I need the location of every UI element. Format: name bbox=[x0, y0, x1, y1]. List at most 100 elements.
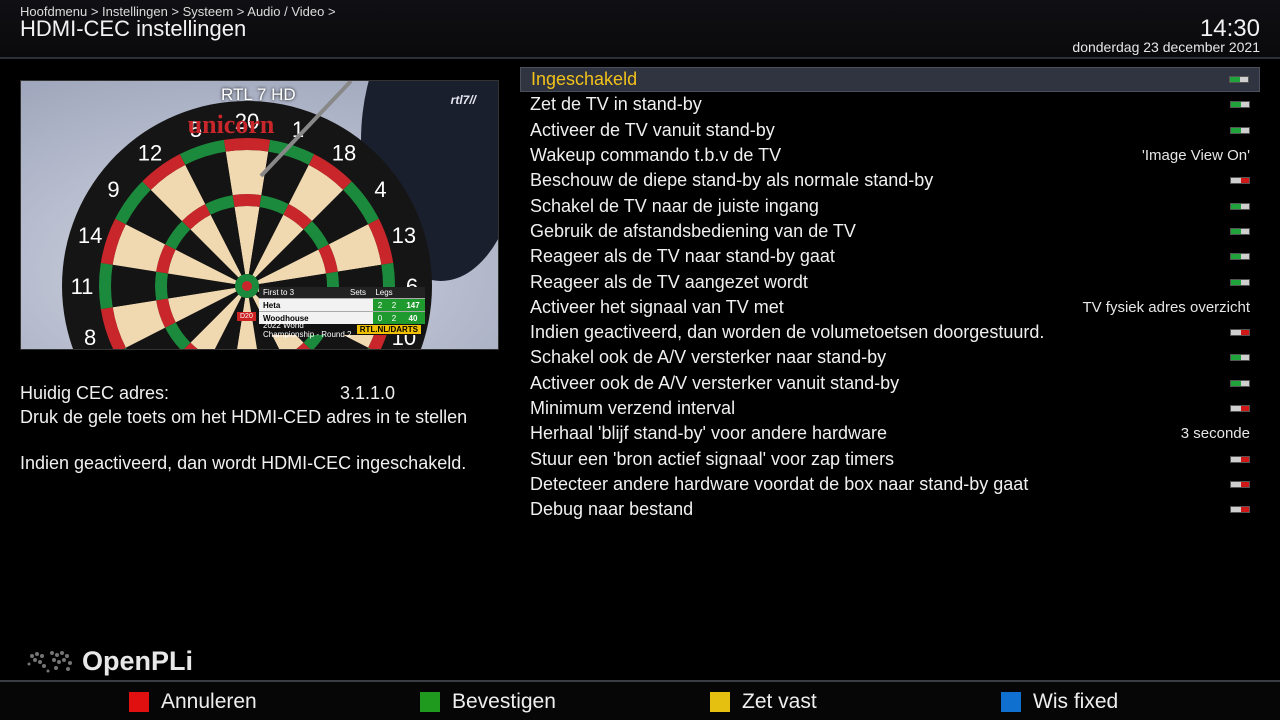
toggle-on-icon[interactable] bbox=[1230, 202, 1250, 210]
player-sets: 0 bbox=[373, 312, 387, 324]
info-panel: Huidig CEC adres: 3.1.1.0 Druk de gele t… bbox=[20, 381, 490, 475]
toggle-on-icon[interactable] bbox=[1230, 101, 1250, 109]
toggle-off-icon[interactable] bbox=[1230, 405, 1250, 412]
svg-text:13: 13 bbox=[392, 223, 416, 248]
settings-row-label: Zet de TV in stand-by bbox=[530, 94, 702, 115]
toggle-on-icon[interactable] bbox=[1230, 126, 1250, 134]
cec-address-value: 3.1.1.0 bbox=[340, 383, 396, 403]
settings-row-label: Stuur een 'bron actief signaal' voor zap… bbox=[530, 448, 895, 469]
toggle-on-icon[interactable] bbox=[1230, 227, 1250, 235]
settings-row-label: Wakeup commando t.b.v de TV bbox=[530, 145, 782, 166]
yellow-key-hint: Druk de gele toets om het HDMI-CED adres… bbox=[20, 407, 468, 427]
toggle-off-icon[interactable] bbox=[1230, 177, 1250, 185]
svg-text:4: 4 bbox=[374, 177, 386, 202]
scoreboard-legs-header: Legs bbox=[375, 288, 393, 297]
scoreboard-header: First to 3 Sets Legs bbox=[259, 287, 425, 298]
world-map-icon bbox=[27, 651, 72, 673]
svg-text:14: 14 bbox=[78, 223, 102, 248]
scoreboard-logo: RTL.NL/DARTS bbox=[356, 325, 421, 334]
svg-text:11: 11 bbox=[71, 274, 94, 299]
green-key-icon bbox=[420, 692, 440, 712]
red-key-icon bbox=[129, 692, 149, 712]
settings-row-value[interactable]: 'Image View On' bbox=[1142, 147, 1250, 164]
toggle-off-icon[interactable] bbox=[1230, 455, 1250, 463]
scoreboard-footer: 2022 World Championship - Round 2 RTL.NL… bbox=[259, 321, 425, 339]
channel-name: RTL 7 HD bbox=[221, 85, 296, 104]
settings-row[interactable]: Herhaal 'blijf stand-by' voor andere har… bbox=[520, 421, 1260, 446]
player-legs: 2 bbox=[387, 299, 401, 311]
logo-text: OpenPLi bbox=[82, 645, 194, 676]
scoreboard-title: First to 3 bbox=[263, 288, 295, 297]
settings-row-label: Debug naar bestand bbox=[530, 499, 694, 520]
toggle-on-icon[interactable] bbox=[1229, 76, 1249, 84]
settings-row-label: Reageer als de TV aangezet wordt bbox=[530, 271, 808, 292]
blue-key-icon bbox=[1001, 692, 1021, 712]
settings-row-label: Activeer ook de A/V versterker vanuit st… bbox=[530, 372, 900, 393]
settings-row[interactable]: Stuur een 'bron actief signaal' voor zap… bbox=[520, 446, 1260, 471]
settings-row[interactable]: Activeer ook de A/V versterker vanuit st… bbox=[520, 371, 1260, 396]
settings-row[interactable]: Activeer de TV vanuit stand-by bbox=[520, 118, 1260, 143]
settings-list[interactable]: Ingeschakeld Zet de TV in stand-by Activee… bbox=[520, 67, 1260, 522]
svg-text:9: 9 bbox=[107, 177, 119, 202]
toggle-off-icon[interactable] bbox=[1230, 329, 1250, 337]
fix-button[interactable]: Zet vast bbox=[710, 690, 817, 714]
header-bar: Hoofdmenu > Instellingen > Systeem > Aud… bbox=[0, 0, 1280, 59]
settings-row[interactable]: Activeer het signaal van TV met TV fysiek… bbox=[520, 295, 1260, 320]
settings-row-label: Herhaal 'blijf stand-by' voor andere har… bbox=[530, 423, 888, 444]
settings-row-label: Beschouw de diepe stand-by als normale s… bbox=[530, 170, 934, 191]
settings-row[interactable]: Reageer als de TV naar stand-by gaat bbox=[520, 244, 1260, 269]
settings-row[interactable]: Gebruik de afstandsbediening van de TV bbox=[520, 219, 1260, 244]
settings-row-label: Detecteer andere hardware voordat de box… bbox=[530, 473, 1029, 494]
yellow-key-icon bbox=[710, 692, 730, 712]
settings-row-label: Ingeschakeld bbox=[531, 69, 638, 90]
settings-row-value[interactable]: 3 seconde bbox=[1181, 425, 1250, 442]
settings-row[interactable]: Detecteer andere hardware voordat de box… bbox=[520, 472, 1260, 497]
player-name: Heta bbox=[263, 300, 281, 310]
setting-description: Indien geactiveerd, dan wordt HDMI-CEC i… bbox=[20, 453, 467, 473]
clear-fixed-button[interactable]: Wis fixed bbox=[1001, 690, 1118, 714]
settings-row[interactable]: Indien geactiveerd, dan worden de volume… bbox=[520, 320, 1260, 345]
settings-row[interactable]: Schakel de TV naar de juiste ingang bbox=[520, 193, 1260, 218]
settings-row[interactable]: Beschouw de diepe stand-by als normale s… bbox=[520, 168, 1260, 193]
cec-address-label: Huidig CEC adres: bbox=[20, 383, 170, 403]
toggle-on-icon[interactable] bbox=[1230, 278, 1250, 286]
settings-row-label: Schakel de TV naar de juiste ingang bbox=[530, 195, 819, 216]
toggle-on-icon[interactable] bbox=[1230, 354, 1250, 362]
scoreboard-event: 2022 World Championship - Round 2 bbox=[263, 320, 352, 339]
settings-row-label: Activeer de TV vanuit stand-by bbox=[530, 119, 775, 140]
settings-row-label: Activeer het signaal van TV met bbox=[530, 296, 784, 317]
fix-button-label: Zet vast bbox=[742, 690, 817, 713]
svg-text:unicorn: unicorn bbox=[188, 110, 275, 139]
tv-preview: 2011841361015217319716811149125unicorn R… bbox=[20, 80, 499, 350]
settings-row[interactable]: Reageer als de TV aangezet wordt bbox=[520, 269, 1260, 294]
settings-row[interactable]: Ingeschakeld bbox=[520, 67, 1260, 93]
scoreboard-tag: D20 bbox=[237, 312, 256, 321]
page-title: HDMI-CEC instellingen bbox=[20, 16, 247, 41]
settings-row-label: Minimum verzend interval bbox=[530, 398, 736, 418]
confirm-button-label: Bevestigen bbox=[452, 690, 556, 713]
settings-row-value[interactable]: TV fysiek adres overzicht bbox=[1082, 299, 1250, 316]
confirm-button[interactable]: Bevestigen bbox=[420, 690, 556, 714]
cancel-button-label: Annuleren bbox=[161, 690, 257, 713]
toggle-off-icon[interactable] bbox=[1230, 480, 1250, 488]
toggle-on-icon[interactable] bbox=[1230, 253, 1250, 261]
settings-row[interactable]: Schakel ook de A/V versterker naar stand… bbox=[520, 345, 1260, 370]
settings-row[interactable]: Zet de TV in stand-by bbox=[520, 92, 1260, 117]
settings-row-label: Gebruik de afstandsbediening van de TV bbox=[530, 220, 856, 241]
toggle-on-icon[interactable] bbox=[1230, 379, 1250, 387]
player-sets: 2 bbox=[373, 299, 387, 311]
settings-row-label: Indien geactiveerd, dan worden de volume… bbox=[530, 322, 1045, 343]
cancel-button[interactable]: Annuleren bbox=[129, 690, 257, 714]
svg-text:8: 8 bbox=[84, 325, 96, 350]
settings-row-label: Schakel ook de A/V versterker naar stand… bbox=[530, 347, 887, 368]
toggle-off-icon[interactable] bbox=[1230, 506, 1250, 514]
settings-row[interactable]: Debug naar bestand bbox=[520, 497, 1260, 522]
player-legs: 2 bbox=[387, 312, 401, 324]
cec-address-row: Huidig CEC adres: 3.1.1.0 bbox=[20, 381, 490, 405]
settings-row[interactable]: Minimum verzend interval bbox=[520, 396, 1260, 421]
player-score: 147 bbox=[401, 299, 425, 311]
color-button-bar: Annuleren Bevestigen Zet vast Wis fixed bbox=[0, 680, 1280, 720]
date-display: donderdag 23 december 2021 bbox=[1072, 39, 1260, 55]
svg-text:12: 12 bbox=[138, 141, 162, 166]
settings-row[interactable]: Wakeup commando t.b.v de TV 'Image View O… bbox=[520, 143, 1260, 168]
